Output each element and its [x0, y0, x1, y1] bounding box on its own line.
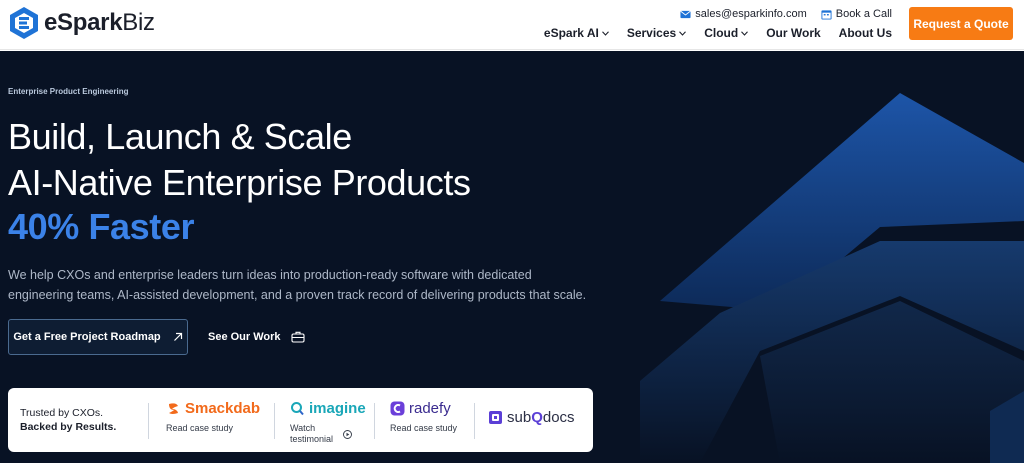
divider — [274, 403, 275, 439]
smackdab-logo: Smackdab — [166, 400, 260, 417]
nav-our-work[interactable]: Our Work — [766, 26, 820, 40]
trusted-by-text: Trusted by CXOs. Backed by Results. — [20, 407, 117, 433]
book-call-link[interactable]: Book a Call — [821, 8, 892, 20]
hero-title-line-2: AI-Native Enterprise Products — [8, 162, 471, 203]
briefcase-icon — [290, 331, 305, 343]
radefy-logo: radefy — [390, 400, 457, 417]
subqdocs-logo: subQdocs — [488, 409, 575, 426]
logo-text: eSparkBiz — [44, 9, 155, 36]
request-quote-button[interactable]: Request a Quote — [909, 7, 1013, 40]
email-text: sales@esparkinfo.com — [695, 8, 807, 20]
radefy-case-study-link[interactable]: Read case study — [390, 423, 457, 434]
brand-imagine[interactable]: imagine Watch testimonial — [290, 400, 366, 445]
book-call-text: Book a Call — [835, 8, 892, 20]
calendar-icon — [821, 9, 832, 20]
brand-radefy[interactable]: radefy Read case study — [390, 400, 457, 434]
mail-icon — [680, 10, 691, 18]
chevron-down-icon — [679, 30, 687, 36]
imagine-testimonial-link[interactable]: Watch testimonial — [290, 423, 366, 445]
divider — [148, 403, 149, 439]
site-header: eSparkBiz sales@esparkinfo.com Book a Ca… — [0, 0, 1024, 50]
divider — [474, 403, 475, 439]
hero-eyebrow: Enterprise Product Engineering — [8, 87, 129, 96]
nav-about-us[interactable]: About Us — [839, 26, 892, 40]
brand-subqdocs[interactable]: subQdocs — [488, 409, 575, 426]
see-our-work-button[interactable]: See Our Work — [208, 330, 305, 343]
nav-services[interactable]: Services — [627, 26, 687, 40]
email-link[interactable]: sales@esparkinfo.com — [680, 8, 807, 20]
imagine-testimonial-text: Watch testimonial — [290, 423, 334, 444]
radefy-icon — [390, 401, 405, 416]
subqdocs-icon — [489, 411, 502, 424]
smackdab-case-study-link[interactable]: Read case study — [166, 423, 260, 434]
chevron-down-icon — [601, 30, 609, 36]
see-our-work-label: See Our Work — [208, 330, 281, 343]
hero-section: Enterprise Product Engineering Build, La… — [0, 51, 1024, 463]
logo-mark-icon — [10, 7, 38, 39]
free-roadmap-label: Get a Free Project Roadmap — [13, 331, 161, 343]
imagine-icon — [291, 402, 304, 416]
play-icon — [343, 429, 352, 439]
hero-title-highlight: 40% Faster — [8, 206, 195, 247]
chevron-down-icon — [741, 30, 749, 36]
free-roadmap-button[interactable]: Get a Free Project Roadmap — [8, 319, 188, 355]
nav-cloud[interactable]: Cloud — [704, 26, 749, 40]
hero-description: We help CXOs and enterprise leaders turn… — [8, 268, 587, 302]
main-nav: eSpark AI Services Cloud Our Work About … — [544, 26, 892, 40]
hero-title-line-1: Build, Launch & Scale — [8, 116, 352, 157]
arrow-up-right-icon — [173, 332, 182, 341]
brand-smackdab[interactable]: Smackdab Read case study — [166, 400, 260, 434]
divider — [374, 403, 375, 439]
contact-row: sales@esparkinfo.com Book a Call — [680, 8, 892, 20]
logo[interactable]: eSparkBiz — [8, 6, 155, 40]
imagine-logo: imagine — [290, 400, 366, 417]
trusted-by-card: Trusted by CXOs. Backed by Results. Smac… — [8, 388, 593, 452]
smackdab-icon — [169, 403, 178, 414]
nav-espark-ai[interactable]: eSpark AI — [544, 26, 609, 40]
